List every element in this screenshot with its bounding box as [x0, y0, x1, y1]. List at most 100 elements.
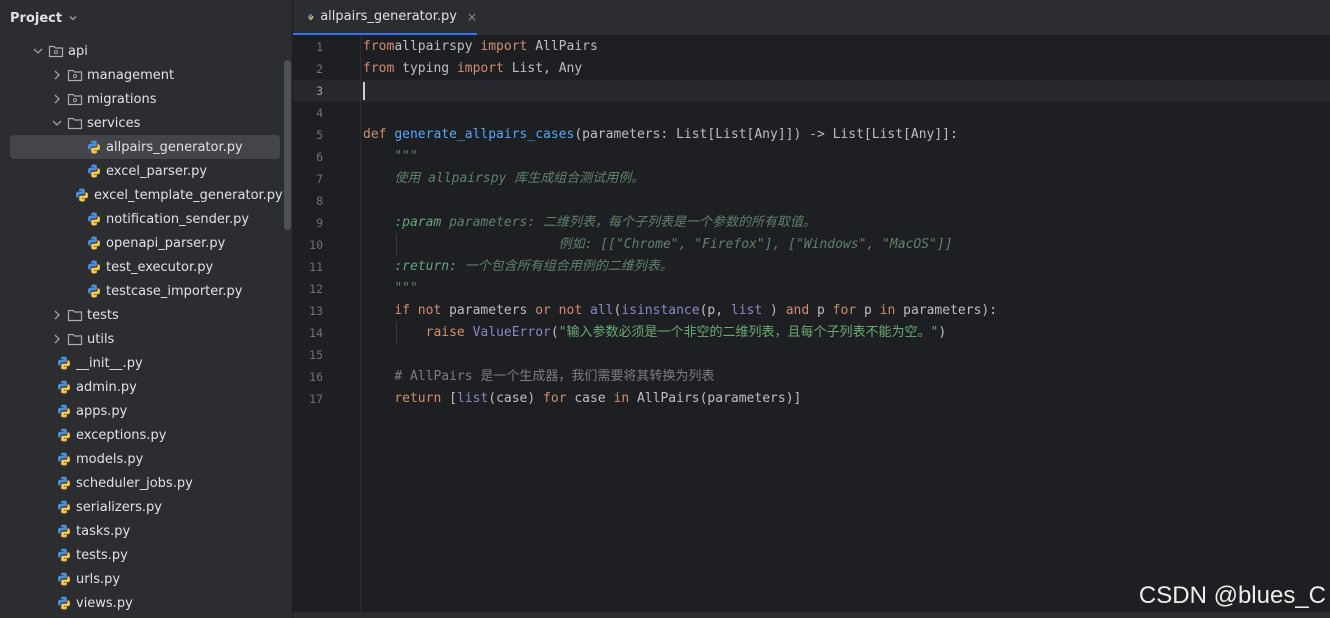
- python-file-icon: [58, 452, 70, 466]
- python-file-icon: [88, 284, 100, 298]
- tree-item-tests-py[interactable]: tests.py: [0, 543, 280, 567]
- code-token: """: [394, 149, 418, 164]
- code-line[interactable]: raise ValueError("输入参数必须是一个非空的二维列表，且每个子列…: [363, 322, 947, 344]
- tree-item-label: exceptions.py: [76, 427, 167, 443]
- chevron-down-icon[interactable]: [51, 117, 63, 129]
- tree-item-allpairs-generator-py[interactable]: allpairs_generator.py: [10, 135, 280, 159]
- code-line[interactable]: :return: 一个包含所有组合用例的二维列表。: [363, 256, 672, 278]
- chevron-down-icon[interactable]: [32, 45, 44, 57]
- folder-icon: [67, 117, 83, 130]
- line-number-gutter: 1 2 3 4 5 6 7 8 9 10 11 12 13 14 15 16 17: [293, 36, 359, 618]
- tree-item-init-py[interactable]: __init__.py: [0, 351, 280, 375]
- python-file-icon: [307, 13, 314, 20]
- code-token: ): [762, 303, 786, 318]
- editor-horizontal-scrollbar[interactable]: [293, 612, 1330, 618]
- tree-expander[interactable]: [51, 333, 63, 345]
- code-line[interactable]: # AllPairs 是一个生成器，我们需要将其转换为列表: [363, 366, 714, 388]
- code-line[interactable]: """: [363, 278, 417, 300]
- project-tree-scrollbar[interactable]: [284, 60, 291, 230]
- tree-item-apps-py[interactable]: apps.py: [0, 399, 280, 423]
- tree-item-icon: [67, 331, 83, 347]
- tab-allpairs-generator[interactable]: allpairs_generator.py ×: [293, 0, 477, 35]
- code-line[interactable]: def generate_allpairs_cases(parameters: …: [363, 124, 958, 146]
- tree-item-testcase-importer-py[interactable]: testcase_importer.py: [0, 279, 280, 303]
- code-line[interactable]: """: [363, 146, 418, 168]
- project-panel-header[interactable]: Project: [0, 0, 292, 36]
- project-title: Project: [10, 10, 63, 26]
- chevron-right-icon[interactable]: [51, 69, 63, 81]
- package-folder-icon: [48, 45, 64, 58]
- tree-item-api[interactable]: api: [0, 39, 280, 63]
- tree-expander[interactable]: [51, 93, 63, 105]
- tree-item-migrations[interactable]: migrations: [0, 87, 280, 111]
- tree-expander[interactable]: [51, 309, 63, 321]
- chevron-right-icon[interactable]: [51, 333, 63, 345]
- tree-item-excel-template-generator-py[interactable]: excel_template_generator.py: [0, 183, 283, 207]
- code-token: return: [394, 391, 450, 406]
- tree-item-openapi-parser-py[interactable]: openapi_parser.py: [0, 231, 280, 255]
- tree-item-models-py[interactable]: models.py: [0, 447, 280, 471]
- code-line[interactable]: from typing import List, Any: [363, 58, 582, 80]
- code-line[interactable]: return [list(case) for case in AllPairs(…: [363, 388, 801, 410]
- tree-item-test-executor-py[interactable]: test_executor.py: [0, 255, 280, 279]
- tree-item-icon: [67, 115, 83, 131]
- tree-item-exceptions-py[interactable]: exceptions.py: [0, 423, 280, 447]
- tree-item-excel-parser-py[interactable]: excel_parser.py: [0, 159, 280, 183]
- line-number: 1: [316, 40, 323, 54]
- tree-item-icon: [56, 451, 72, 467]
- code-token: 使用 allpairspy 库生成组合测试用例。: [394, 171, 645, 186]
- tree-item-scheduler-jobs-py[interactable]: scheduler_jobs.py: [0, 471, 280, 495]
- tree-item-admin-py[interactable]: admin.py: [0, 375, 280, 399]
- code-token: import: [480, 39, 528, 54]
- code-editor[interactable]: 1 2 3 4 5 6 7 8 9 10 11 12 13 14 15 16 17 fromallpairspy…: [293, 36, 1330, 618]
- chevron-right-icon[interactable]: [51, 309, 63, 321]
- code-token: allpairspy: [394, 39, 481, 54]
- tree-item-icon: [67, 91, 83, 107]
- tree-expander[interactable]: [51, 117, 63, 129]
- python-file-icon: [76, 188, 88, 202]
- close-icon[interactable]: ×: [467, 10, 477, 24]
- code-line[interactable]: 使用 allpairspy 库生成组合测试用例。: [363, 168, 644, 190]
- indent-guide: [396, 322, 398, 344]
- code-line[interactable]: if not parameters or not all(isinstance(…: [363, 300, 997, 322]
- tree-item-tests[interactable]: tests: [0, 303, 280, 327]
- tree-item-icon: [86, 235, 102, 251]
- code-line[interactable]: 例如: [["Chrome", "Firefox"], ["Windows", …: [363, 234, 953, 256]
- code-line[interactable]: :param parameters: 二维列表，每个子列表是一个参数的所有取值。: [363, 212, 816, 234]
- tree-item-urls-py[interactable]: urls.py: [0, 567, 280, 591]
- python-file-icon: [58, 428, 70, 442]
- code-token: typing: [394, 61, 457, 76]
- code-token: and: [785, 303, 818, 318]
- line-number: 17: [309, 392, 323, 406]
- tree-item-utils[interactable]: utils: [0, 327, 280, 351]
- tree-item-icon: [86, 139, 102, 155]
- code-token: (case): [488, 391, 544, 406]
- tree-item-icon: [86, 283, 102, 299]
- code-token: if not: [394, 303, 450, 318]
- tree-item-tasks-py[interactable]: tasks.py: [0, 519, 280, 543]
- line-number: 5: [316, 128, 323, 142]
- line-number: 10: [309, 238, 323, 252]
- code-line[interactable]: fromallpairspy import AllPairs: [363, 36, 598, 58]
- code-token: parameters: [449, 303, 536, 318]
- tree-item-label: tasks.py: [76, 523, 131, 539]
- code-token: in: [613, 391, 637, 406]
- code-token: # AllPairs 是一个生成器，我们需要将其转换为列表: [394, 369, 715, 384]
- tree-item-services[interactable]: services: [0, 111, 280, 135]
- tree-item-icon: [56, 379, 72, 395]
- tree-expander[interactable]: [51, 69, 63, 81]
- tree-item-serializers-py[interactable]: serializers.py: [0, 495, 280, 519]
- code-token: raise: [425, 325, 473, 340]
- tree-item-views-py[interactable]: views.py: [0, 591, 280, 615]
- folder-icon: [67, 309, 83, 322]
- tree-item-icon: [86, 163, 102, 179]
- chevron-right-icon[interactable]: [51, 93, 63, 105]
- tree-expander[interactable]: [32, 45, 44, 57]
- tree-item-management[interactable]: management: [0, 63, 280, 87]
- tree-item-notification-sender-py[interactable]: notification_sender.py: [0, 207, 280, 231]
- python-file-icon: [58, 380, 70, 394]
